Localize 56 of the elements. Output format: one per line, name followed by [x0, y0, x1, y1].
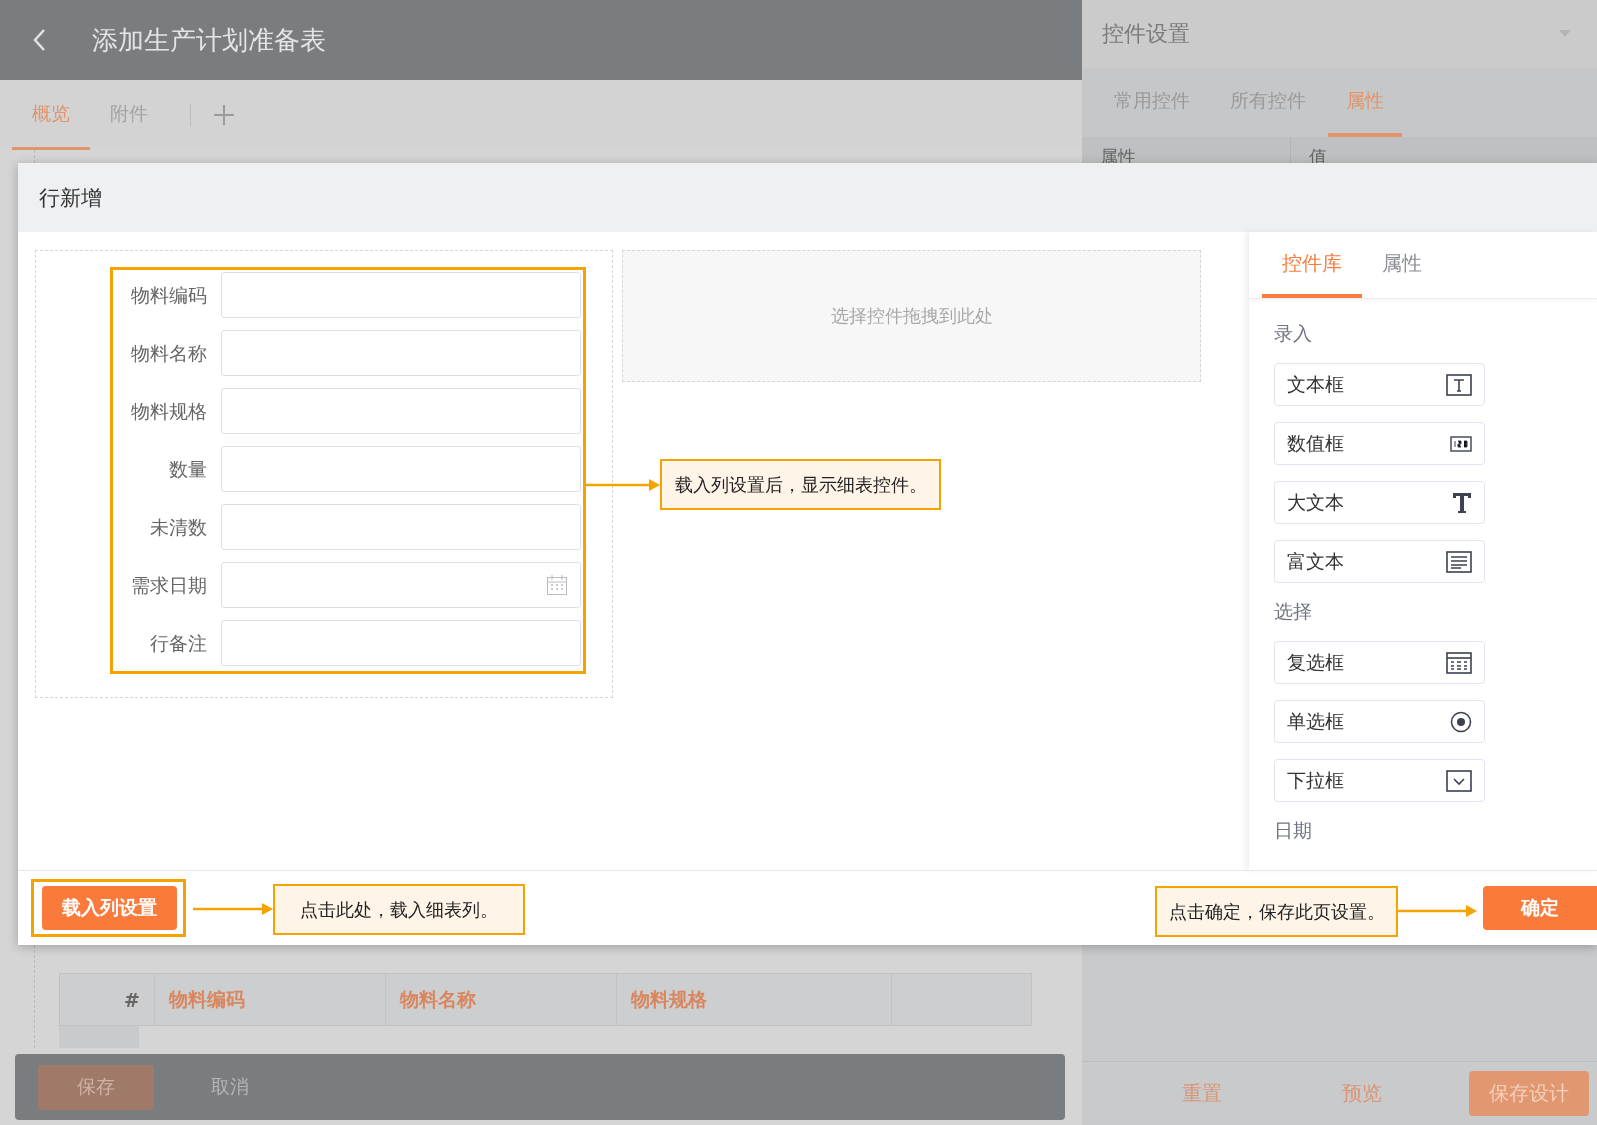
group-title: 选择 [1274, 599, 1313, 624]
field-label: 物料规格 [130, 399, 208, 424]
panel-title: 控件设置 [1102, 20, 1190, 48]
input-field[interactable] [221, 388, 581, 434]
input-field[interactable] [221, 620, 581, 666]
number-box-icon [1450, 435, 1472, 452]
field-label: 需求日期 [130, 573, 208, 598]
calendar-icon[interactable] [546, 574, 568, 596]
tab[interactable]: 属性 [1362, 232, 1442, 298]
input-field[interactable] [221, 330, 581, 376]
field-label: 数量 [168, 457, 208, 482]
column-header: 物料编码 [155, 974, 386, 1025]
control-item[interactable]: 下拉框 [1274, 759, 1485, 802]
input-field[interactable] [221, 562, 581, 608]
tab[interactable]: 概览 [12, 80, 90, 150]
bar-button[interactable]: 取消 [172, 1064, 288, 1110]
control-item[interactable]: 文本框 [1274, 363, 1485, 406]
column-header: 物料规格 [617, 974, 892, 1025]
field-label: 行备注 [149, 631, 208, 656]
annotation-callout: 载入列设置后，显示细表控件。 [660, 459, 941, 510]
input-field[interactable] [221, 446, 581, 492]
annotation-callout: 点击确定，保存此页设置。 [1155, 886, 1398, 937]
column-header: 物料名称 [386, 974, 617, 1025]
control-item[interactable]: 单选框 [1274, 700, 1485, 743]
column-header: # [60, 974, 155, 1025]
confirm-button[interactable]: 确定 [1483, 886, 1597, 930]
panel-button[interactable]: 保存设计 [1469, 1071, 1589, 1116]
radio-icon [1450, 710, 1472, 733]
load-columns-button[interactable]: 载入列设置 [42, 886, 177, 930]
panel-button[interactable]: 预览 [1282, 1071, 1442, 1116]
control-item[interactable]: 富文本 [1274, 540, 1485, 583]
input-field[interactable] [221, 272, 581, 318]
add-icon[interactable] [190, 104, 235, 126]
annotation-callout: 点击此处，载入细表列。 [273, 884, 525, 935]
tab[interactable]: 控件库 [1262, 232, 1362, 298]
input-field[interactable] [221, 504, 581, 550]
caret-icon[interactable] [1559, 30, 1571, 38]
document-icon [1446, 550, 1472, 573]
control-item[interactable]: 大文本 [1274, 481, 1485, 524]
field-label: 未清数 [149, 515, 208, 540]
group-title: 日期 [1274, 818, 1313, 843]
dialog-title: 行新增 [39, 184, 102, 212]
back-icon[interactable] [32, 28, 46, 52]
control-item[interactable]: 复选框 [1274, 641, 1485, 684]
control-item[interactable]: 数值框 [1274, 422, 1485, 465]
field-label: 物料编码 [130, 283, 208, 308]
drop-zone[interactable]: 选择控件拖拽到此处 [622, 250, 1201, 382]
bar-button[interactable]: 保存 [38, 1064, 154, 1110]
panel-button[interactable]: 重置 [1122, 1071, 1282, 1116]
text-box-icon [1446, 373, 1472, 396]
dropdown-icon [1446, 769, 1472, 792]
page-title: 添加生产计划准备表 [92, 23, 326, 57]
field-label: 物料名称 [130, 341, 208, 366]
grid-icon [1446, 651, 1472, 674]
bold-t-icon [1452, 491, 1472, 514]
group-title: 录入 [1274, 321, 1313, 346]
